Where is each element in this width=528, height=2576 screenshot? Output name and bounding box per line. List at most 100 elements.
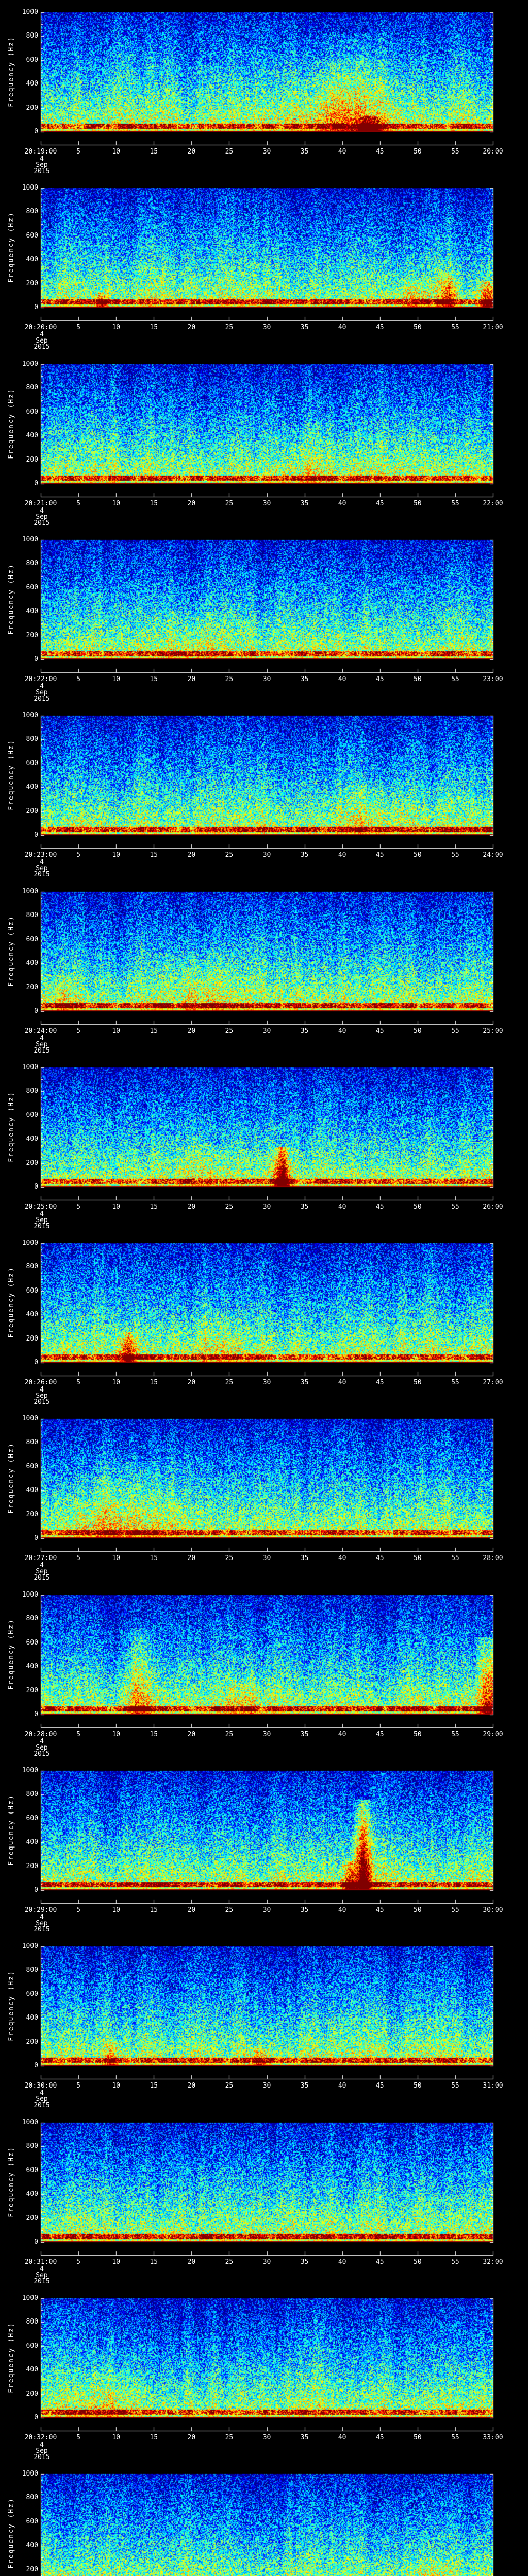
time-tick-label: 55 [451,2434,459,2442]
time-tick-label: 25 [225,2258,234,2266]
frequency-tick-label: 0 [34,2414,38,2421]
spectrogram-panel: Frequency (Hz) 0 200 400 600 800 1000 5 10 15 20 2… [0,879,528,1055]
time-tick-label: 15 [150,851,158,859]
frequency-tick-label: 800 [26,1087,38,1095]
time-tick-label: 5 [76,1906,80,1914]
frequency-axis-label: Frequency (Hz) [7,1619,15,1690]
time-tick-label: 10 [112,148,120,156]
time-tick-label: 40 [338,2258,346,2266]
time-tick-label: 40 [338,675,346,683]
time-tick-label: 50 [414,1554,422,1562]
time-tick-label: 15 [150,1906,158,1914]
time-tick-label: 45 [375,675,384,683]
end-time-label: 25:00 [483,1027,503,1035]
spectrogram-panel: Frequency (Hz) 0 200 400 600 800 1000 5 10 15 20 2… [0,1934,528,2110]
frequency-tick-label: 600 [26,1111,38,1119]
frequency-axis-label: Frequency (Hz) [7,1267,15,1338]
time-tick-label: 25 [225,1906,234,1914]
time-tick-label: 35 [300,1203,309,1211]
frequency-tick-label: 1000 [22,1942,38,1950]
frequency-tick-label: 0 [34,2062,38,2070]
frequency-tick-label: 800 [26,1615,38,1623]
frequency-tick-label: 1000 [22,1415,38,1422]
time-tick-label: 40 [338,1203,346,1211]
frequency-tick-label: 200 [26,807,38,815]
frequency-tick-label: 400 [26,1838,38,1846]
frequency-tick-label: 0 [34,128,38,135]
time-tick-label: 45 [375,2258,384,2266]
time-tick-label: 40 [338,851,346,859]
time-tick-label: 30 [262,2082,271,2090]
frequency-tick-label: 400 [26,1486,38,1495]
start-time-label: 20:31:00 [24,2258,57,2266]
frequency-tick-label: 1000 [22,1063,38,1071]
time-tick-label: 55 [451,148,459,156]
end-time-label: 31:00 [483,2082,503,2090]
time-tick-label: 10 [112,1731,120,1738]
frequency-tick-label: 200 [26,983,38,991]
start-time-label: 20:23:00 [24,851,57,859]
spectrogram-panel: Frequency (Hz) 0 200 400 600 800 1000 5 10 15 20 2… [0,1406,528,1582]
frequency-tick-label: 400 [26,959,38,968]
spectrogram-panel: Frequency (Hz) 0 200 400 600 800 1000 5 10 15 20 2… [0,1055,528,1231]
frequency-tick-label: 200 [26,1159,38,1167]
date-label-line: 2015 [34,2453,50,2461]
time-tick-label: 15 [150,1203,158,1211]
frequency-tick-label: 1000 [22,711,38,719]
end-time-label: 20:00 [483,148,503,156]
date-label-line: 2015 [34,2278,50,2285]
frequency-tick-label: 400 [26,80,38,88]
frequency-tick-label: 0 [34,1886,38,1894]
start-time-label: 20:20:00 [24,324,57,331]
time-tick-label: 55 [451,1203,459,1211]
time-tick-label: 30 [262,2258,271,2266]
time-tick-label: 20 [187,2434,196,2442]
frequency-tick-label: 0 [34,2238,38,2246]
time-tick-label: 50 [414,148,422,156]
time-tick-label: 20 [187,1379,196,1386]
frequency-tick-label: 0 [34,655,38,663]
start-time-label: 20:30:00 [24,2082,57,2090]
time-tick-label: 30 [262,1554,271,1562]
frequency-tick-label: 600 [26,583,38,591]
time-tick-label: 30 [262,1731,271,1738]
frequency-tick-label: 200 [26,2214,38,2222]
time-tick-label: 55 [451,1554,459,1562]
time-tick-label: 25 [225,851,234,859]
frequency-tick-label: 800 [26,911,38,920]
end-time-label: 33:00 [483,2434,503,2442]
frequency-axis-label: Frequency (Hz) [7,1794,15,1866]
frequency-tick-label: 1000 [22,888,38,895]
time-tick-label: 50 [414,1906,422,1914]
start-time-label: 20:27:00 [24,1554,57,1562]
time-tick-label: 5 [76,1379,80,1386]
time-tick-label: 15 [150,1027,158,1035]
frequency-tick-label: 0 [34,1359,38,1366]
time-tick-label: 50 [414,1027,422,1035]
spectrogram-stack: Frequency (Hz) 0 200 400 600 800 1000 5 10 15 20 2… [0,0,528,2576]
time-tick-label: 55 [451,851,459,859]
time-tick-label: 10 [112,500,120,507]
time-tick-label: 20 [187,148,196,156]
frequency-axis-label: Frequency (Hz) [7,2498,15,2569]
frequency-tick-label: 800 [26,2318,38,2326]
frequency-tick-label: 0 [34,1007,38,1015]
time-tick-label: 20 [187,851,196,859]
frequency-tick-label: 800 [26,32,38,40]
start-time-label: 20:24:00 [24,1027,57,1035]
frequency-tick-label: 1000 [22,536,38,544]
start-time-label: 20:19:00 [24,148,57,156]
time-tick-label: 20 [187,675,196,683]
time-tick-label: 45 [375,148,384,156]
time-tick-label: 35 [300,1379,309,1386]
time-tick-label: 50 [414,324,422,331]
time-tick-label: 30 [262,148,271,156]
time-tick-label: 45 [375,1379,384,1386]
time-tick-label: 10 [112,1906,120,1914]
time-tick-label: 45 [375,1027,384,1035]
time-tick-label: 45 [375,1554,384,1562]
time-tick-label: 50 [414,2082,422,2090]
time-tick-label: 15 [150,148,158,156]
time-tick-label: 40 [338,1731,346,1738]
time-tick-label: 20 [187,2082,196,2090]
